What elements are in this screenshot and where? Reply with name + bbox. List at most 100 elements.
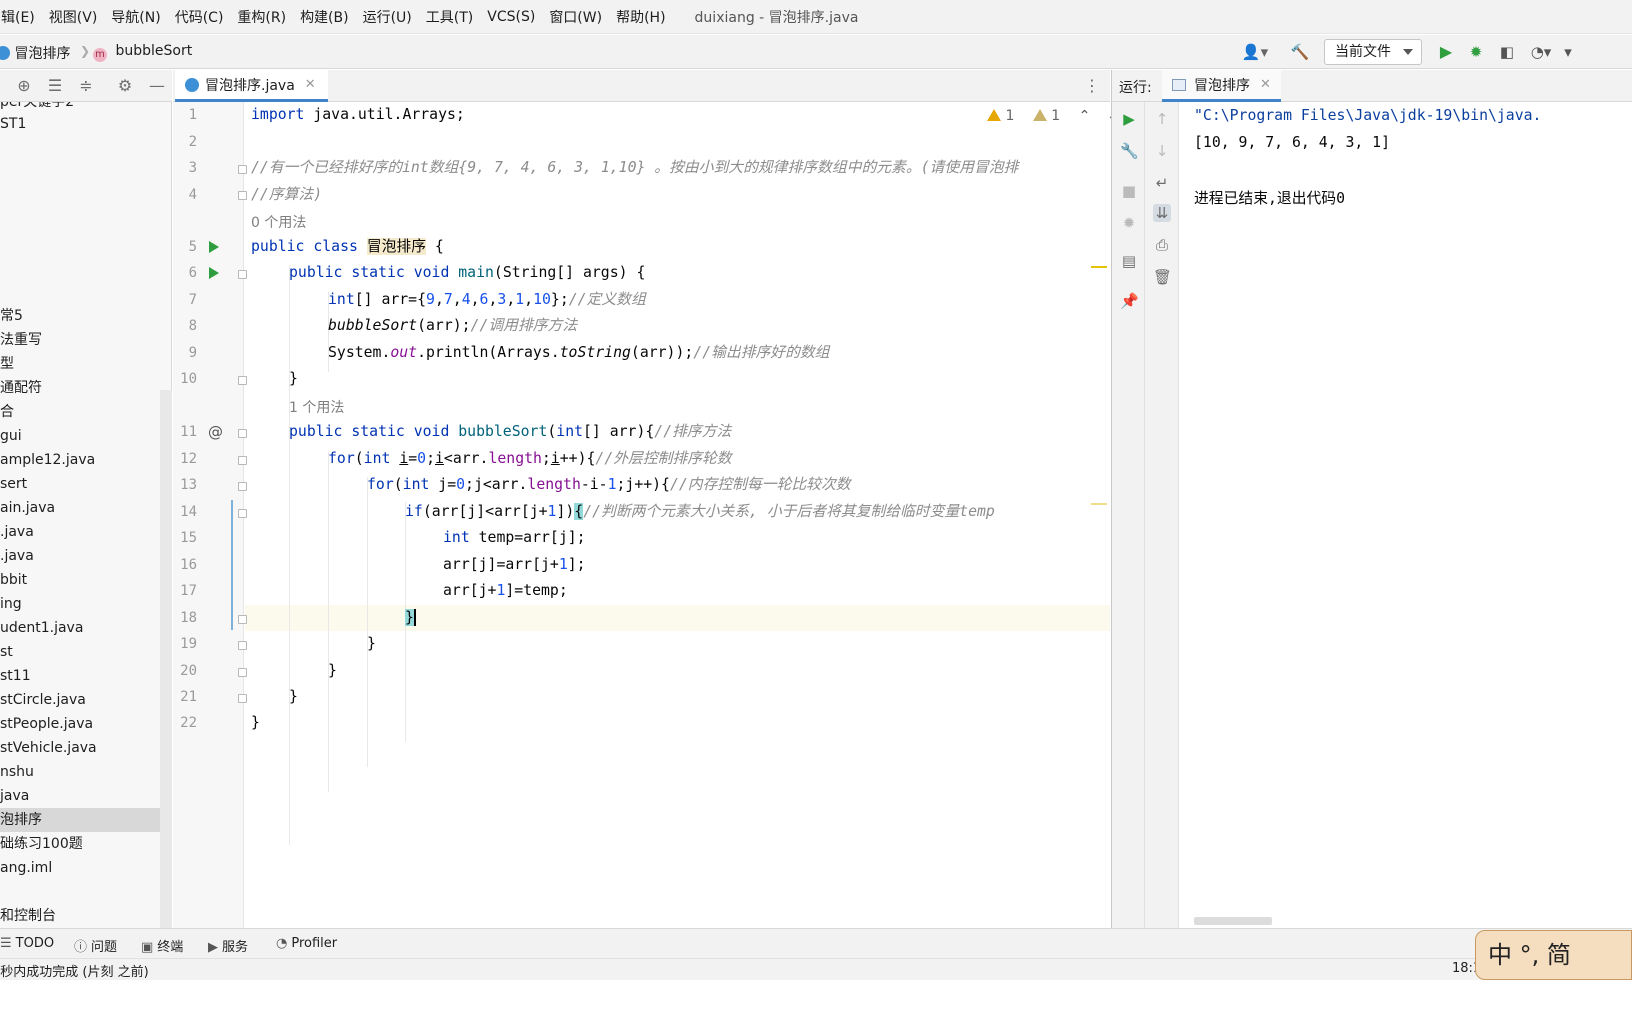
pin-icon[interactable]: 📌 <box>1120 292 1139 310</box>
menu-refactor[interactable]: 重构(R) <box>230 7 293 27</box>
tree-item[interactable]: ample12.java <box>0 448 171 472</box>
tree-scrollbar[interactable] <box>160 390 172 928</box>
tree-item[interactable]: st <box>0 640 171 664</box>
scroll-to-end-icon[interactable]: ⇊ <box>1153 204 1171 222</box>
tree-item[interactable]: stVehicle.java <box>0 736 171 760</box>
locate-icon[interactable]: ⊕ <box>14 76 34 96</box>
tab-run-bubble-sort[interactable]: 冒泡排序 ✕ <box>1162 70 1281 102</box>
tree-item[interactable]: ing <box>0 592 171 616</box>
menu-run[interactable]: 运行(U) <box>356 7 419 27</box>
usage-hint[interactable]: 1 个用法 <box>289 397 344 417</box>
ime-toolbar[interactable]: 中 °, 简 <box>1475 930 1632 980</box>
tree-item[interactable]: 法重写 <box>0 328 171 352</box>
tree-item[interactable]: nshu <box>0 760 171 784</box>
collapse-all-icon[interactable]: ≑ <box>76 76 96 96</box>
tree-item[interactable]: 和控制台 <box>0 904 171 928</box>
tool-todo[interactable]: ☰ TODO <box>0 936 54 951</box>
expand-all-icon[interactable]: ☰ <box>45 76 65 96</box>
more-icon[interactable]: ▾ <box>1558 41 1578 63</box>
menu-edit[interactable]: 辑(E) <box>0 7 42 27</box>
stop-icon[interactable]: ■ <box>1120 182 1138 200</box>
minimize-icon[interactable]: — <box>147 76 167 96</box>
close-icon[interactable]: ✕ <box>1260 77 1271 92</box>
menu-help[interactable]: 帮助(H) <box>609 7 672 27</box>
run-config-select[interactable]: 当前文件 <box>1324 39 1422 65</box>
tool-problems[interactable]: ⓘ 问题 <box>74 936 117 955</box>
tree-item[interactable]: 型 <box>0 352 171 376</box>
debug-icon[interactable]: ✹ <box>1120 214 1138 232</box>
tool-profiler[interactable]: ◔ Profiler <box>276 936 337 951</box>
console-scrollbar[interactable] <box>1194 917 1272 925</box>
tree-item[interactable]: udent1.java <box>0 616 171 640</box>
gear-icon[interactable]: ⚙ <box>115 76 135 96</box>
tree-item[interactable]: gui <box>0 424 171 448</box>
tree-item[interactable]: .java <box>0 544 171 568</box>
coverage-icon[interactable]: ◧ <box>1497 41 1517 63</box>
menu-view[interactable]: 视图(V) <box>42 7 105 27</box>
run-class-icon[interactable] <box>209 241 219 253</box>
inspection-widget[interactable]: 1 1 ⌃ ⌄ <box>987 108 1119 124</box>
layout-icon[interactable]: ▤ <box>1120 252 1138 270</box>
menu-navigate[interactable]: 导航(N) <box>104 7 167 27</box>
fold-icon[interactable] <box>238 191 247 200</box>
tree-item[interactable]: 通配符 <box>0 376 171 400</box>
tab-bubble-sort-java[interactable]: 冒泡排序.java ✕ <box>175 70 328 102</box>
soft-wrap-icon[interactable]: ↵ <box>1153 174 1171 192</box>
profile-icon[interactable]: ◔▾ <box>1528 41 1554 63</box>
build-hammer-icon[interactable]: 🔨 <box>1289 41 1311 63</box>
run-main-icon[interactable] <box>209 267 219 279</box>
console-output[interactable]: "C:\Program Files\Java\jdk-19\bin\java. … <box>1180 102 1632 928</box>
breadcrumb-class[interactable]: 冒泡排序 <box>0 43 70 63</box>
tree-item[interactable]: st11 <box>0 664 171 688</box>
tree-item[interactable]: ST1 <box>0 112 171 136</box>
user-icon[interactable]: 👤▾ <box>1238 41 1272 63</box>
menu-window[interactable]: 窗口(W) <box>542 7 609 27</box>
print-icon[interactable]: ⎙ <box>1153 236 1171 254</box>
tree-item[interactable]: ain.java <box>0 496 171 520</box>
menu-tools[interactable]: 工具(T) <box>419 7 480 27</box>
fold-icon[interactable] <box>238 165 247 174</box>
arrow-up-icon[interactable]: ↑ <box>1153 110 1171 128</box>
fold-icon[interactable] <box>238 668 247 677</box>
menu-build[interactable]: 构建(B) <box>293 7 356 27</box>
arrow-down-icon[interactable]: ↓ <box>1153 142 1171 160</box>
tree-item[interactable]: java <box>0 784 171 808</box>
code-editor[interactable]: 1 1 ⌃ ⌄ 1 2 3 4 5 6 7 8 9 10 11 12 13 14… <box>173 102 1119 928</box>
fold-icon[interactable] <box>238 641 247 650</box>
fold-icon[interactable] <box>238 456 247 465</box>
status-message[interactable]: 1秒内成功完成 (片刻 之前) <box>0 961 149 980</box>
menu-code[interactable]: 代码(C) <box>168 7 231 27</box>
fold-icon[interactable] <box>238 694 247 703</box>
tree-item-selected[interactable]: 泡排序 <box>0 808 171 832</box>
breadcrumb-method[interactable]: m bubbleSort <box>93 43 192 62</box>
usage-hint[interactable]: 0 个用法 <box>251 212 306 232</box>
trash-icon[interactable]: 🗑 <box>1153 268 1172 286</box>
fold-icon[interactable] <box>238 482 247 491</box>
close-icon[interactable]: ✕ <box>305 77 316 92</box>
tree-item[interactable]: 础练习100题 <box>0 832 171 856</box>
tree-item[interactable]: ang.iml <box>0 856 171 880</box>
more-vertical-icon[interactable]: ⋮ <box>1084 76 1100 95</box>
tree-item[interactable]: stCircle.java <box>0 688 171 712</box>
fold-icon[interactable] <box>238 270 247 279</box>
tree-item[interactable]: 合 <box>0 400 171 424</box>
tree-item[interactable]: sert <box>0 472 171 496</box>
chevron-up-icon[interactable]: ⌃ <box>1079 108 1091 124</box>
menu-vcs[interactable]: VCS(S) <box>480 9 542 25</box>
tree-item[interactable]: stPeople.java <box>0 712 171 736</box>
run-icon[interactable]: ▶ <box>1436 41 1456 63</box>
wrench-icon[interactable]: 🔧 <box>1120 142 1139 160</box>
rerun-icon[interactable]: ▶ <box>1120 110 1138 128</box>
fold-icon[interactable] <box>238 509 247 518</box>
tree-item[interactable]: .java <box>0 520 171 544</box>
tool-terminal[interactable]: ▣ 终端 <box>141 936 183 955</box>
fold-icon[interactable] <box>238 429 247 438</box>
tool-services[interactable]: ▶ 服务 <box>208 936 248 955</box>
tree-item[interactable]: 常5 <box>0 304 171 328</box>
override-marker-icon[interactable]: @ <box>208 423 223 441</box>
fold-icon[interactable] <box>238 376 247 385</box>
tree-item[interactable]: bbit <box>0 568 171 592</box>
debug-icon[interactable]: ✹ <box>1466 41 1486 63</box>
console-line: "C:\Program Files\Java\jdk-19\bin\java. <box>1194 107 1542 124</box>
fold-icon[interactable] <box>238 615 247 624</box>
